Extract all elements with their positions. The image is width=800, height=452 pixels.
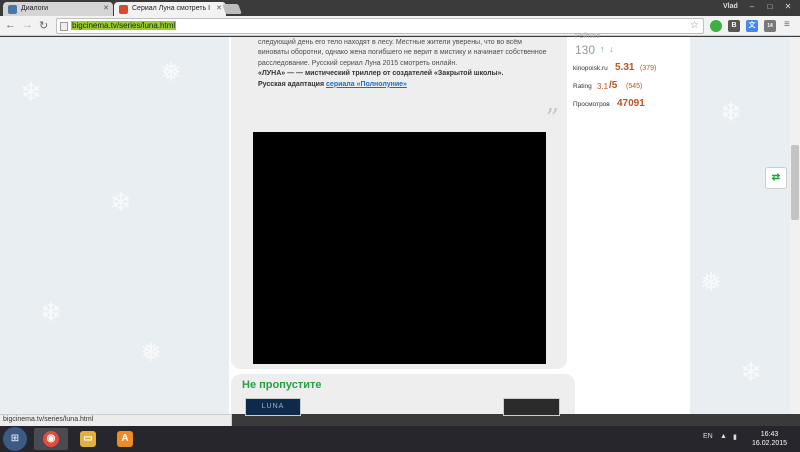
views-value: 47091 [617, 98, 645, 109]
bigcinema-icon [119, 5, 128, 14]
address-bar[interactable]: bigcinema.tv/series/luna.html ☆ [56, 18, 704, 34]
status-bar: bigcinema.tv/series/luna.html [0, 414, 232, 426]
kinopoisk-label: kinopoisk.ru [573, 65, 608, 72]
rating-label: Rating [573, 83, 592, 90]
bookmark-star-icon[interactable]: ☆ [690, 20, 699, 31]
menu-icon[interactable]: ≡ [784, 19, 790, 30]
snowflake-icon: ❄ [740, 357, 762, 387]
scrollbar[interactable] [790, 37, 800, 414]
video-player[interactable] [253, 132, 546, 364]
url-text[interactable]: bigcinema.tv/series/luna.html [71, 21, 177, 30]
adaptation-prefix: Русская адаптация [258, 80, 325, 88]
dont-miss-title: Не пропустите [242, 379, 322, 391]
votes-count: 130 [575, 43, 596, 57]
snowflake-icon: ❄ [720, 97, 742, 127]
green-circle-icon[interactable] [710, 20, 722, 32]
mail-icon[interactable]: 14 [764, 20, 776, 32]
page-icon [60, 22, 68, 31]
views-label: Просмотров [573, 101, 610, 108]
browser-toolbar: ← → ↻ bigcinema.tv/series/luna.html ☆ B … [0, 16, 800, 36]
taskbar-aimp[interactable]: A [108, 428, 142, 450]
vote-down-icon[interactable]: ↓ [609, 44, 614, 54]
tab-title: Диалоги [21, 5, 49, 12]
snowflake-icon: ❅ [140, 337, 162, 367]
quote-mark-icon: „ [546, 88, 560, 118]
series-description: следующий день его тело находят в лесу. … [258, 38, 548, 90]
tab-luna[interactable]: Сериал Луна смотреть I ✕ [114, 2, 226, 16]
tagline: «ЛУНА» — — мистический триллер от создат… [258, 70, 504, 78]
description-text: следующий день его тело находят в лесу. … [258, 39, 547, 67]
clock[interactable]: 16:43 16.02.2015 [752, 430, 787, 448]
thumbnail-label: LUNA [261, 403, 285, 410]
translate-icon[interactable]: 文 [746, 20, 758, 32]
reload-icon[interactable]: ↻ [39, 19, 48, 32]
snowflake-icon: ❄ [110, 187, 132, 217]
snowflake-icon: ❅ [700, 267, 722, 297]
kinopoisk-count: (379) [640, 65, 657, 72]
kinopoisk-value: 5.31 [615, 62, 635, 73]
close-tab-icon[interactable]: ✕ [216, 4, 222, 12]
back-icon[interactable]: ← [5, 19, 16, 31]
snowflake-icon: ❄ [40, 297, 62, 327]
language-indicator[interactable]: EN [703, 433, 713, 440]
new-tab-button[interactable] [222, 4, 242, 14]
chrome-icon: ◉ [43, 431, 59, 447]
taskbar-chrome[interactable]: ◉ [34, 428, 68, 450]
explorer-icon: ▭ [80, 431, 96, 447]
rating-count: (545) [626, 83, 643, 90]
clock-date: 16.02.2015 [752, 440, 788, 447]
rating-value: 3.1 [597, 82, 609, 91]
forward-icon[interactable]: → [22, 19, 33, 31]
tray-arrow-icon[interactable]: ▲ [720, 433, 727, 440]
snowflake-icon: ❄ [20, 77, 42, 107]
taskbar-explorer[interactable]: ▭ [71, 428, 105, 450]
start-button[interactable]: ⊞ [3, 427, 27, 451]
rating-heading: Рейтинг [575, 33, 601, 40]
browser-titlebar: Диалоги ✕ Сериал Луна смотреть I ✕ Vlad … [0, 0, 800, 16]
refresh-widget-icon[interactable]: ⇄ [765, 167, 787, 189]
rating-max: /5 [609, 80, 618, 91]
tab-dialogs[interactable]: Диалоги ✕ [3, 2, 113, 16]
windows-taskbar: ⊞ ◉ ▭ A EN ▲ ▮ 16:43 16.02.2015 [0, 426, 800, 452]
b-icon[interactable]: B [728, 20, 740, 32]
network-icon[interactable]: ▮ [733, 433, 737, 441]
series-thumbnail[interactable] [503, 398, 560, 416]
tab-title: Сериал Луна смотреть I [132, 5, 211, 12]
adaptation-link[interactable]: сериала «Полнолуние» [326, 81, 407, 88]
scrollbar-thumb[interactable] [791, 145, 799, 220]
clock-time: 16:43 [760, 431, 779, 438]
series-thumbnail[interactable]: LUNA [245, 398, 301, 416]
close-window-icon[interactable]: ✕ [778, 2, 798, 11]
vote-up-icon[interactable]: ↑ [600, 44, 605, 54]
snowflake-icon: ❅ [160, 57, 182, 87]
aimp-icon: A [117, 431, 133, 447]
close-tab-icon[interactable]: ✕ [103, 4, 109, 12]
vk-icon [8, 5, 17, 14]
maximize-icon[interactable]: □ [760, 2, 780, 11]
profile-name[interactable]: Vlad [723, 3, 738, 10]
minimize-icon[interactable]: – [742, 2, 762, 11]
